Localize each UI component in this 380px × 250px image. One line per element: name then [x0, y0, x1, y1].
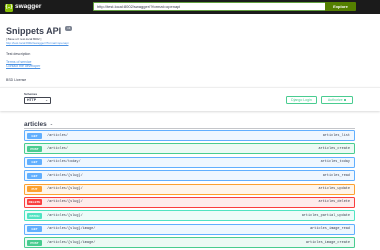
operation-path: /articles/{slug}/: [47, 213, 83, 218]
operation-id: articles_image_create: [305, 240, 350, 245]
chevron-down-icon: ⌄: [45, 98, 48, 102]
version-badge: v1: [65, 25, 73, 31]
operation-path: /articles/today/: [47, 160, 81, 165]
operation-path: /articles/{slug}/: [47, 200, 83, 205]
tag-header-articles[interactable]: articles ⌄: [24, 120, 355, 129]
operation-row[interactable]: GET /articles/{slug}/ articles_read: [24, 170, 355, 182]
operation-path: /articles/{slug}/: [47, 173, 83, 178]
api-title: Snippets API: [6, 26, 62, 36]
operation-id: articles_today: [320, 160, 350, 165]
operation-path: /articles/{slug}/: [47, 187, 83, 192]
django-login-button[interactable]: Django Login: [286, 96, 317, 104]
method-badge: GET: [27, 226, 42, 233]
authorize-label: Authorize: [327, 98, 343, 102]
method-badge: PUT: [27, 186, 42, 193]
method-badge: DELETE: [27, 199, 42, 206]
spec-url-input[interactable]: [93, 2, 325, 11]
operation-row[interactable]: GET /articles/today/ articles_today: [24, 156, 355, 168]
operation-id: articles_delete: [318, 200, 350, 205]
operation-id: articles_list: [322, 133, 350, 138]
schemes-label: Schemes: [24, 92, 38, 96]
authorize-button[interactable]: Authorize: [321, 96, 353, 104]
operation-row[interactable]: POST /articles/{slug}/image/ articles_im…: [24, 237, 355, 249]
operation-id: articles_update: [318, 187, 350, 192]
explore-button[interactable]: Explore: [325, 2, 356, 11]
operation-path: /articles/: [47, 146, 69, 151]
brand-name: swagger: [15, 3, 42, 11]
schemes-selected-value: HTTP: [27, 98, 37, 102]
title-row: Snippets API v1: [6, 25, 376, 36]
method-badge: GET: [27, 159, 42, 166]
contact-developer-link[interactable]: Contact the developer: [6, 64, 376, 68]
scheme-container: Schemes HTTP ⌄ Django Login Authorize: [0, 87, 380, 111]
operation-row[interactable]: POST /articles/ articles_create: [24, 143, 355, 155]
topbar: {..} swagger Explore: [0, 0, 380, 14]
tag-name: articles: [24, 120, 47, 128]
api-info: Snippets API v1 [ Base url: test.local:8…: [6, 25, 376, 86]
swagger-brand[interactable]: {..} swagger: [5, 3, 41, 12]
operation-id: articles_read: [322, 173, 350, 178]
method-badge: POST: [27, 145, 42, 152]
info-links: Terms of service Contact the developer B…: [6, 60, 376, 86]
operation-row[interactable]: PUT /articles/{slug}/ articles_update: [24, 183, 355, 195]
operation-id: articles_create: [318, 146, 350, 151]
schemes-select[interactable]: HTTP ⌄: [24, 97, 51, 104]
swagger-logo-icon: {..}: [5, 3, 13, 12]
method-badge: POST: [27, 239, 42, 246]
lock-icon: [343, 98, 347, 102]
operation-path: /articles/: [47, 133, 69, 138]
operations-list: GET /articles/ articles_list POST /artic…: [24, 130, 355, 250]
operation-row[interactable]: GET /articles/ articles_list: [24, 130, 355, 141]
operation-row[interactable]: DELETE /articles/{slug}/ articles_delete: [24, 196, 355, 208]
operation-path: /articles/{slug}/image/: [47, 227, 96, 232]
license-text: BSD License: [6, 78, 27, 82]
method-badge: PATCH: [27, 212, 42, 219]
operation-id: articles_partial_update: [301, 213, 350, 218]
chevron-down-icon: ⌄: [49, 120, 54, 126]
operation-id: articles_image_read: [310, 227, 350, 232]
url-form: Explore: [93, 2, 356, 11]
operation-path: /articles/{slug}/image/: [47, 240, 96, 245]
operation-row[interactable]: PATCH /articles/{slug}/ articles_partial…: [24, 210, 355, 222]
api-description: Test description: [6, 52, 31, 56]
operation-row[interactable]: GET /articles/{slug}/image/ articles_ima…: [24, 223, 355, 235]
method-badge: GET: [27, 132, 42, 139]
spec-url-link[interactable]: http://test.local:8002/swagger/?format=o…: [6, 42, 376, 45]
method-badge: GET: [27, 172, 42, 179]
